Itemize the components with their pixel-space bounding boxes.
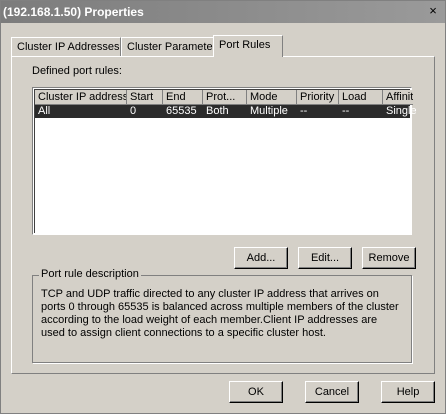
group-label: Port rule description	[39, 268, 141, 280]
remove-button-label: Remove	[368, 252, 410, 264]
port-rule-description-group: Port rule description TCP and UDP traffi…	[32, 268, 412, 363]
remove-button[interactable]: Remove	[362, 247, 416, 269]
add-button[interactable]: Add...	[234, 247, 288, 269]
description-text: TCP and UDP traffic directed to any clus…	[41, 288, 399, 339]
column-start[interactable]: Start	[127, 90, 163, 105]
add-button-label: Add...	[246, 252, 276, 264]
edit-button[interactable]: Edit...	[298, 247, 352, 269]
properties-dialog: (192.168.1.50) Properties × Cluster IP A…	[0, 0, 446, 414]
tab-cluster-parameters[interactable]: Cluster Parameters	[121, 37, 222, 56]
help-button-label: Help	[396, 386, 420, 398]
cell-affinity: Single	[386, 105, 416, 117]
help-button[interactable]: Help	[381, 381, 435, 403]
cell-load: --	[342, 105, 350, 117]
cancel-button[interactable]: Cancel	[305, 381, 359, 403]
column-end[interactable]: End	[163, 90, 203, 105]
cell-protocol: Both	[206, 105, 229, 117]
tab-cluster-ip-addresses[interactable]: Cluster IP Addresses	[11, 37, 121, 56]
column-protocol[interactable]: Prot...	[203, 90, 247, 105]
window-title: (192.168.1.50) Properties	[3, 5, 144, 19]
cell-mode: Multiple	[250, 105, 288, 117]
ok-button-label: OK	[248, 386, 264, 398]
cell-priority: --	[300, 105, 308, 117]
close-icon[interactable]: ×	[425, 4, 441, 18]
title-bar[interactable]: (192.168.1.50) Properties ×	[1, 1, 445, 23]
cell-end: 65535	[166, 105, 197, 117]
edit-button-label: Edit...	[310, 252, 340, 264]
column-cluster-ip-address[interactable]: Cluster IP address	[35, 90, 127, 105]
port-rules-panel: Defined port rules: Cluster IP address S…	[11, 56, 435, 374]
tab-port-rules[interactable]: Port Rules	[213, 35, 283, 57]
ok-button[interactable]: OK	[229, 381, 283, 403]
cell-cluster-ip: All	[38, 105, 51, 117]
defined-port-rules-label: Defined port rules:	[32, 65, 122, 77]
table-row[interactable]: All 0 65535 Both Multiple -- -- Single	[35, 105, 416, 118]
column-affinity[interactable]: Affinity	[383, 90, 413, 105]
port-rules-list[interactable]: Cluster IP address Start End Prot... Mod…	[32, 87, 416, 235]
cell-start: 0	[130, 105, 137, 117]
column-priority[interactable]: Priority	[297, 90, 339, 105]
list-header: Cluster IP address Start End Prot... Mod…	[35, 90, 413, 105]
cancel-button-label: Cancel	[314, 386, 350, 398]
column-mode[interactable]: Mode	[247, 90, 297, 105]
column-load[interactable]: Load	[339, 90, 383, 105]
